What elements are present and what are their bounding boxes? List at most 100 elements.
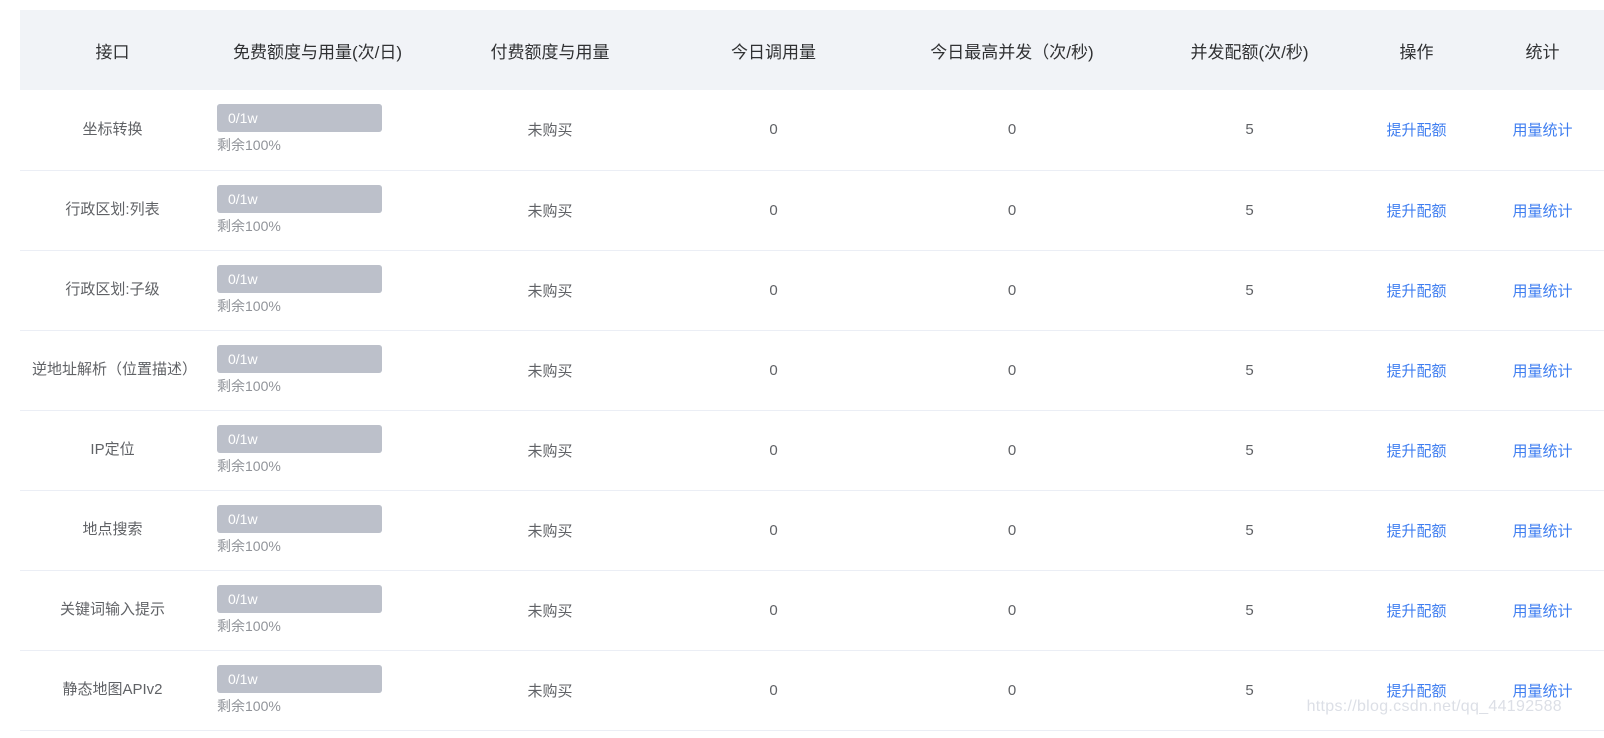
free-quota-progress-bar: 0/1w [217, 264, 382, 293]
today-calls-value: 0 [769, 281, 778, 299]
stats-cell: 用量统计 [1481, 330, 1604, 410]
table-row: 关键词输入提示 0/1w 剩余100% 未购买 0 0 5 提升配额 用量统计 [20, 570, 1604, 650]
increase-quota-link[interactable]: 提升配额 [1386, 283, 1446, 300]
interface-name: 行政区划:子级 [65, 281, 160, 298]
usage-stats-link[interactable]: 用量统计 [1512, 122, 1572, 139]
free-quota-cell: 0/1w 剩余100% [205, 650, 430, 730]
interface-name: 坐标转换 [82, 120, 143, 138]
table-row: 静态地图APIv2 0/1w 剩余100% 未购买 0 0 5 提升配额 用量统计 [20, 650, 1604, 730]
increase-quota-link[interactable]: 提升配额 [1386, 603, 1446, 620]
peak-concurrency-value: 0 [1007, 201, 1017, 219]
paid-quota-status: 未购买 [527, 122, 573, 140]
column-header-paid-quota: 付费额度与用量 [490, 42, 610, 62]
stats-cell: 用量统计 [1481, 250, 1604, 330]
column-header-concurrency-quota: 并发配额(次/秒) [1190, 42, 1309, 62]
increase-quota-link[interactable]: 提升配额 [1386, 443, 1446, 460]
interface-name: 行政区划:列表 [65, 201, 160, 218]
free-quota-progress-bar: 0/1w [217, 104, 382, 133]
free-quota-cell: 0/1w 剩余100% [205, 570, 430, 650]
free-quota-remaining: 剩余100% [217, 377, 281, 394]
increase-quota-link[interactable]: 提升配额 [1386, 683, 1446, 700]
concurrency-quota-value: 5 [1245, 601, 1254, 619]
usage-stats-link[interactable]: 用量统计 [1512, 363, 1572, 380]
concurrency-quota-value: 5 [1245, 441, 1254, 459]
usage-stats-link[interactable]: 用量统计 [1512, 283, 1572, 300]
free-quota-cell: 0/1w 剩余100% [205, 170, 430, 250]
free-quota-progress-bar: 0/1w [217, 664, 382, 693]
watermark: https://blog.csdn.net/qq_44192588 [1306, 698, 1562, 715]
column-header-stats: 统计 [1525, 42, 1560, 62]
today-calls-value: 0 [769, 681, 778, 699]
peak-concurrency-value: 0 [1007, 681, 1017, 699]
free-quota-remaining: 剩余100% [217, 457, 281, 474]
paid-quota-status: 未购买 [527, 442, 573, 460]
concurrency-quota-value: 5 [1245, 361, 1254, 379]
usage-stats-link[interactable]: 用量统计 [1512, 203, 1572, 220]
table-row: 行政区划:列表 0/1w 剩余100% 未购买 0 0 5 提升配额 用量统计 [20, 170, 1604, 250]
free-quota-remaining: 剩余100% [217, 537, 281, 554]
quota-table-container: 接口 免费额度与用量(次/日) 付费额度与用量 今日调用量 今日最高并发（次/秒… [20, 10, 1604, 731]
action-cell: 提升配额 [1352, 570, 1481, 650]
column-header-free-quota: 免费额度与用量(次/日) [232, 42, 403, 62]
free-quota-remaining: 剩余100% [217, 617, 281, 634]
peak-concurrency-value: 0 [1007, 441, 1017, 459]
peak-concurrency-value: 0 [1007, 281, 1017, 299]
increase-quota-link[interactable]: 提升配额 [1386, 203, 1446, 220]
increase-quota-link[interactable]: 提升配额 [1386, 363, 1446, 380]
today-calls-value: 0 [769, 441, 778, 459]
peak-concurrency-value: 0 [1007, 121, 1017, 139]
free-quota-progress-bar: 0/1w [217, 184, 382, 213]
free-quota-progress-bar: 0/1w [217, 504, 382, 533]
today-calls-value: 0 [769, 361, 778, 379]
stats-cell: 用量统计 [1481, 90, 1604, 170]
free-quota-usage-text: 0/1w [228, 350, 258, 367]
free-quota-usage-text: 0/1w [228, 110, 258, 127]
interface-name: 静态地图APIv2 [62, 681, 163, 698]
concurrency-quota-value: 5 [1245, 681, 1254, 699]
action-cell: 提升配额 [1352, 90, 1481, 170]
free-quota-usage-text: 0/1w [228, 430, 258, 447]
paid-quota-status: 未购买 [527, 202, 573, 220]
free-quota-cell: 0/1w 剩余100% [205, 250, 430, 330]
free-quota-usage-text: 0/1w [228, 190, 258, 207]
free-quota-progress-bar: 0/1w [217, 424, 382, 453]
stats-cell: 用量统计 [1481, 490, 1604, 570]
concurrency-quota-value: 5 [1245, 521, 1254, 539]
column-header-today-calls: 今日调用量 [731, 42, 816, 62]
today-calls-value: 0 [769, 201, 778, 219]
free-quota-remaining: 剩余100% [217, 217, 281, 234]
action-cell: 提升配额 [1352, 490, 1481, 570]
increase-quota-link[interactable]: 提升配额 [1386, 523, 1446, 540]
free-quota-progress-bar: 0/1w [217, 584, 382, 613]
table-header-row: 接口 免费额度与用量(次/日) 付费额度与用量 今日调用量 今日最高并发（次/秒… [20, 10, 1604, 90]
today-calls-value: 0 [769, 521, 778, 539]
api-quota-table: 接口 免费额度与用量(次/日) 付费额度与用量 今日调用量 今日最高并发（次/秒… [20, 10, 1604, 731]
interface-name: 关键词输入提示 [59, 601, 165, 618]
stats-cell: 用量统计 [1481, 650, 1604, 730]
free-quota-cell: 0/1w 剩余100% [205, 410, 430, 490]
free-quota-cell: 0/1w 剩余100% [205, 330, 430, 410]
action-cell: 提升配额 [1352, 330, 1481, 410]
free-quota-usage-text: 0/1w [228, 270, 258, 287]
concurrency-quota-value: 5 [1245, 201, 1254, 219]
usage-stats-link[interactable]: 用量统计 [1512, 603, 1572, 620]
paid-quota-status: 未购买 [527, 682, 573, 700]
concurrency-quota-value: 5 [1245, 121, 1254, 139]
usage-stats-link[interactable]: 用量统计 [1512, 683, 1572, 700]
interface-name: 地点搜索 [82, 521, 143, 538]
increase-quota-link[interactable]: 提升配额 [1386, 122, 1446, 139]
usage-stats-link[interactable]: 用量统计 [1512, 523, 1572, 540]
usage-stats-link[interactable]: 用量统计 [1512, 443, 1572, 460]
today-calls-value: 0 [769, 121, 778, 139]
free-quota-usage-text: 0/1w [228, 670, 258, 687]
peak-concurrency-value: 0 [1007, 521, 1017, 539]
interface-name: IP定位 [90, 441, 135, 458]
action-cell: 提升配额 [1352, 410, 1481, 490]
free-quota-remaining: 剩余100% [217, 697, 281, 714]
free-quota-usage-text: 0/1w [228, 590, 258, 607]
peak-concurrency-value: 0 [1007, 601, 1017, 619]
table-row: IP定位 0/1w 剩余100% 未购买 0 0 5 提升配额 用量统计 [20, 410, 1604, 490]
free-quota-cell: 0/1w 剩余100% [205, 90, 430, 170]
action-cell: 提升配额 [1352, 170, 1481, 250]
table-row: 逆地址解析（位置描述） 0/1w 剩余100% 未购买 0 0 5 提升配额 用量统计 [20, 330, 1604, 410]
